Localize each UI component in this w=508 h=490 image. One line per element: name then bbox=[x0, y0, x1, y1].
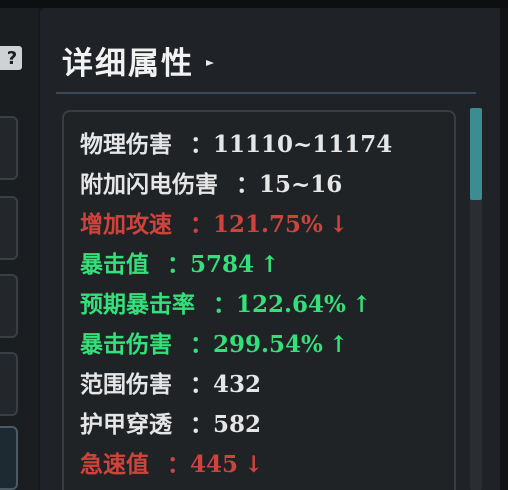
stat-up-arrow-icon: ↑ bbox=[328, 331, 349, 358]
side-tab-button-4[interactable] bbox=[0, 352, 18, 416]
right-edge bbox=[500, 8, 508, 490]
panel-header: 详细属性 bbox=[62, 38, 214, 82]
game-ui-root: ? 详细属性 物理伤害 ：11110~11174 附加闪电伤害 ：15~16 增加攻… bbox=[0, 0, 508, 490]
stat-row-haste: 急速值 ：445 ↓ bbox=[80, 448, 263, 482]
stat-up-arrow-icon: ↑ bbox=[351, 291, 372, 318]
stat-value: 121.75% bbox=[213, 211, 323, 238]
top-strip bbox=[0, 0, 508, 8]
stat-label: 范围伤害 bbox=[80, 371, 172, 398]
stat-value: 445 bbox=[190, 451, 239, 478]
stat-label: 预期暴击率 bbox=[80, 291, 195, 318]
stat-row-attack-speed: 增加攻速 ：121.75% ↓ bbox=[80, 208, 348, 242]
stat-value: 432 bbox=[213, 371, 262, 398]
help-icon[interactable]: ? bbox=[0, 46, 22, 70]
stat-down-arrow-icon: ↓ bbox=[244, 451, 264, 478]
stat-row-armor-penetration: 护甲穿透 ：582 bbox=[80, 408, 267, 442]
stat-up-arrow-icon: ↑ bbox=[260, 251, 280, 278]
stat-value: 15~16 bbox=[259, 171, 343, 198]
stat-value: 299.54% bbox=[213, 331, 323, 358]
stat-separator: ： bbox=[190, 131, 213, 158]
title-divider bbox=[56, 92, 476, 94]
stat-separator: ： bbox=[167, 451, 190, 478]
stat-value: 122.64% bbox=[236, 291, 346, 318]
stat-value: 5784 bbox=[190, 251, 255, 278]
stat-row-crit-value: 暴击值 ：5784 ↑ bbox=[80, 248, 279, 282]
stat-row-physical-damage: 物理伤害 ：11110~11174 bbox=[80, 128, 398, 162]
stat-separator: ： bbox=[213, 291, 236, 318]
stat-label: 增加攻速 bbox=[80, 211, 172, 238]
stat-separator: ： bbox=[167, 251, 190, 278]
stat-label: 物理伤害 bbox=[80, 131, 172, 158]
side-tab-button-3[interactable] bbox=[0, 274, 18, 338]
side-tab-button-1[interactable] bbox=[0, 116, 18, 180]
stats-scrollbar-thumb[interactable] bbox=[470, 108, 482, 200]
stats-list: 物理伤害 ：11110~11174 附加闪电伤害 ：15~16 增加攻速 ：121.7… bbox=[62, 110, 456, 490]
stat-separator: ： bbox=[236, 171, 259, 198]
stat-label: 附加闪电伤害 bbox=[80, 171, 218, 198]
stat-separator: ： bbox=[190, 411, 213, 438]
stat-label: 暴击伤害 bbox=[80, 331, 172, 358]
help-icon-glyph: ? bbox=[6, 47, 18, 69]
stat-separator: ： bbox=[190, 331, 213, 358]
stat-label: 急速值 bbox=[80, 451, 149, 478]
stat-value: 11110~11174 bbox=[213, 131, 393, 158]
side-tab-button-2[interactable] bbox=[0, 196, 18, 260]
stat-row-area-damage: 范围伤害 ：432 bbox=[80, 368, 267, 402]
side-tab-button-5-active[interactable] bbox=[0, 426, 18, 490]
stat-separator: ： bbox=[190, 211, 213, 238]
panel-title: 详细属性 bbox=[62, 45, 194, 82]
caret-right-icon[interactable] bbox=[206, 60, 214, 66]
stat-row-lightning-damage: 附加闪电伤害 ：15~16 bbox=[80, 168, 348, 202]
stat-row-crit-damage: 暴击伤害 ：299.54% ↑ bbox=[80, 328, 348, 362]
stat-separator: ： bbox=[190, 371, 213, 398]
stat-value: 582 bbox=[213, 411, 262, 438]
left-tab-column: ? bbox=[0, 8, 38, 490]
stat-row-expected-crit-rate: 预期暴击率 ：122.64% ↑ bbox=[80, 288, 371, 322]
stat-label: 暴击值 bbox=[80, 251, 149, 278]
stat-label: 护甲穿透 bbox=[80, 411, 172, 438]
stat-down-arrow-icon: ↓ bbox=[328, 211, 349, 238]
